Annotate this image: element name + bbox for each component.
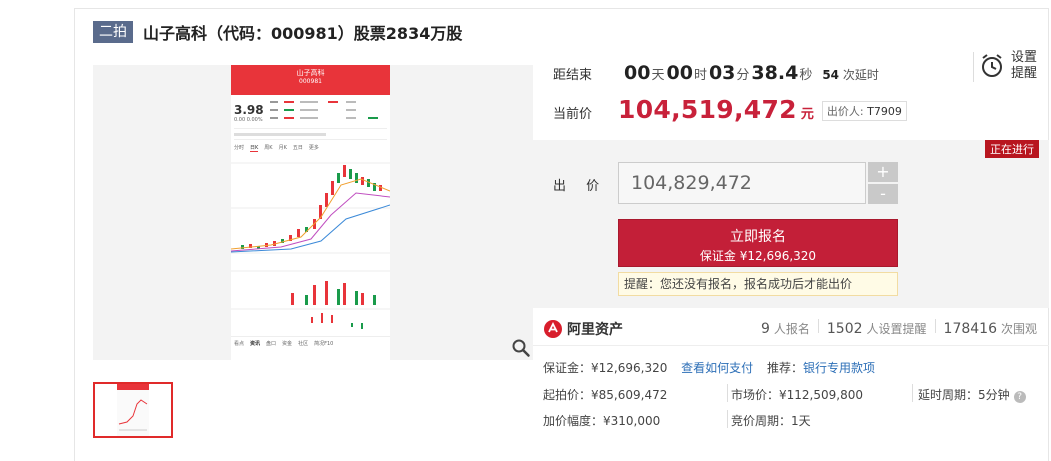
phone-chart-tabs: 分时 日K 周K 月K 五日 更多 [234,145,319,152]
delay-period-row: 延时周期：5分钟? [918,386,1026,403]
hours-unit: 时 [693,68,707,83]
auction-title: 二拍 山子高科（代码：000981）股票2834万股 [93,20,462,44]
countdown-hours: 00 [666,62,693,84]
main-image[interactable]: 山子高科 000981 3.98 0.00 0.00% 分时 日K 周K 月K … [93,65,533,360]
market-price: 市场价：¥112,509,800 [731,388,863,402]
remind-line1: 设置 [1011,50,1038,65]
detail-divider [727,384,728,402]
round-badge: 二拍 [93,21,133,43]
signup-count: 9 [760,321,770,337]
remind-count-label: 人设置提醒 [866,322,927,336]
minutes-unit: 分 [736,68,750,83]
days-unit: 天 [651,68,665,83]
deposit-info: 保证金：¥12,696,320 [543,361,668,375]
decrease-bid-button[interactable]: - [868,184,898,204]
platform-name: 阿里资产 [567,322,623,338]
kline-chart-graphic [231,162,390,329]
phone-stock-name: 山子高科 [296,69,325,77]
watch-count-label: 次围观 [1000,322,1037,336]
delay-count: 54 次延时 [822,68,879,82]
countdown-days: 00 [624,62,651,84]
phone-stock-code: 000981 [299,78,322,85]
signup-count-label: 人报名 [773,322,810,336]
stats-row: 阿里资产 9 人报名 1502 人设置提醒 178416 次围观 [543,316,1043,342]
help-icon[interactable]: ? [1013,391,1026,403]
ali-assets-logo-icon [544,320,562,338]
start-price: 起拍价：¥85,609,472 [543,388,668,402]
phone-change: 0.00 0.00% [234,117,263,123]
remind-count: 1502 [826,321,863,337]
countdown: 距结束 00 天 00 时 03 分 38.4 秒 54 次延时 [553,62,879,84]
bank-account-link[interactable]: 银行专用款项 [803,361,875,375]
phone-price: 3.98 [234,103,264,117]
current-price: 104,519,472 [618,95,797,124]
stock-app-screenshot: 山子高科 000981 3.98 0.00 0.00% 分时 日K 周K 月K … [231,65,390,360]
current-price-row: 当前价 104,519,472 元 出价人: T7909 [553,95,907,124]
watch-count: 178416 [943,321,997,337]
recommend-label: 推荐： [767,361,804,375]
deposit-row: 保证金：¥12,696,320 查看如何支付 推荐：银行专用款项 [543,359,875,376]
countdown-minutes: 03 [708,62,736,84]
delay-period: 延时周期：5分钟 [918,388,1010,402]
bid-period: 竞价周期：1天 [731,414,811,428]
signup-deposit: 保证金 ¥12,696,320 [699,249,817,263]
divider [533,345,1049,346]
quote-table-graphic [269,101,378,119]
bid-input[interactable]: 104,829,472 [618,162,866,204]
detail-divider [912,384,913,402]
remind-line2: 提醒 [1011,66,1038,81]
stat-divider [817,319,819,333]
countdown-seconds: 38.4 [751,62,799,84]
bid-label: 出 价 [553,179,608,194]
seconds-unit: 秒 [799,68,813,83]
platform-logo[interactable]: 阿里资产 [543,319,623,339]
stat-divider [934,319,936,333]
detail-divider [727,410,728,428]
signup-button[interactable]: 立即报名 保证金 ¥12,696,320 [618,219,898,267]
increase-bid-button[interactable]: + [868,162,898,182]
status-badge: 正在进行 [985,140,1039,158]
how-to-pay-link[interactable]: 查看如何支付 [681,361,753,375]
increment: 加价幅度：¥310,000 [543,414,661,428]
set-reminder-button[interactable]: 设置 提醒 [973,50,1043,82]
current-price-label: 当前价 [553,107,593,122]
alarm-clock-icon [982,54,1002,77]
bidder-badge: 出价人: T7909 [821,101,907,121]
signup-label: 立即报名 [730,229,786,245]
phone-bottom-tabs: 看点 资讯 盘口 资金 社区 简况F10 [231,336,390,348]
signup-tip: 提醒：您还没有报名，报名成功后才能出价 [618,272,898,296]
countdown-label: 距结束 [553,68,593,83]
price-unit: 元 [800,107,814,122]
thumbnail-1[interactable] [93,382,173,438]
zoom-icon[interactable] [511,338,531,358]
item-title: 山子高科（代码：000981）股票2834万股 [143,24,463,43]
